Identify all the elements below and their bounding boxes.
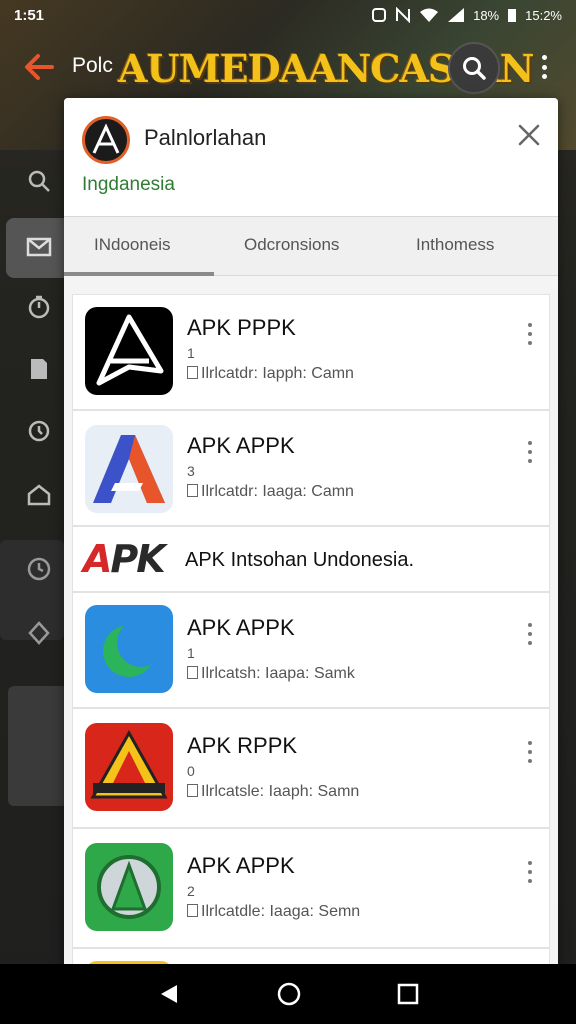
app-subtitle: Ilrlcatsle: Iaaph: Samn bbox=[187, 783, 359, 801]
more-vert-icon[interactable] bbox=[525, 741, 535, 763]
app-bar: Polc AUMEDAANCASIAN bbox=[0, 38, 576, 96]
app-icon-black bbox=[85, 307, 173, 395]
app-number: 3 bbox=[187, 463, 195, 479]
app-title: APK APPK bbox=[187, 853, 295, 878]
app-number: 1 bbox=[187, 645, 195, 661]
more-vert-icon[interactable] bbox=[525, 323, 535, 345]
rail-document-icon bbox=[31, 359, 47, 379]
rail-history-icon bbox=[28, 420, 50, 442]
rail-thumbnail bbox=[8, 686, 68, 806]
app-subtitle: Ilrlcatdr: Iaaga: Camn bbox=[187, 483, 354, 501]
app-title: APK APPK bbox=[187, 615, 295, 640]
app-list: APK PPPK 1 Ilrlcatdr: Iapph: Camn APK AP… bbox=[72, 294, 558, 968]
back-arrow-icon[interactable] bbox=[22, 50, 56, 84]
status-icons: 18% 15:2% bbox=[371, 7, 562, 23]
list-item[interactable]: APK APPK 3 Ilrlcatdr: Iaaga: Camn bbox=[72, 410, 550, 526]
app-number: 0 bbox=[187, 763, 195, 779]
rail-mail-icon bbox=[26, 237, 52, 257]
side-rail bbox=[0, 150, 76, 970]
region-picker-dialog: Palnlorlahan Ingdanesia INdooneis Odcron… bbox=[64, 98, 558, 968]
app-subtitle: Ilrlcatdr: Iapph: Camn bbox=[187, 365, 354, 383]
app-icon-blue-moon bbox=[85, 605, 173, 693]
system-nav-bar bbox=[0, 964, 576, 1024]
search-icon bbox=[463, 57, 486, 80]
nfc-icon bbox=[396, 7, 411, 23]
battery-icon bbox=[508, 9, 517, 22]
close-icon[interactable] bbox=[516, 122, 542, 148]
app-title: APK RPPK bbox=[187, 733, 298, 758]
tab-indoneis[interactable]: INdooneis bbox=[94, 235, 171, 255]
dialog-subtitle: Ingdanesia bbox=[82, 174, 175, 195]
rail-clock-icon bbox=[27, 557, 51, 581]
app-icon-green-circle bbox=[85, 843, 173, 931]
tab-indicator bbox=[64, 272, 214, 276]
status-time: 1:51 bbox=[14, 6, 45, 24]
app-icon-gradient-a bbox=[85, 425, 173, 513]
more-vert-icon[interactable] bbox=[525, 441, 535, 463]
rail-diamond-icon bbox=[28, 621, 50, 645]
tab-odcronsions[interactable]: Odcronsions bbox=[244, 235, 339, 255]
rail-home-icon bbox=[27, 484, 51, 506]
app-number: 1 bbox=[187, 345, 195, 361]
status-bar: 1:51 18% 15:2% bbox=[0, 0, 576, 30]
wifi-icon bbox=[420, 8, 439, 22]
more-vert-icon[interactable] bbox=[532, 52, 556, 82]
app-number: 2 bbox=[187, 883, 195, 899]
list-item[interactable]: APK APPK 1 Ilrlcatsh: Iaapa: Samk bbox=[72, 592, 550, 708]
apk-banner-row[interactable]: APK APK Intsohan Undonesia. bbox=[72, 526, 550, 592]
status-extra: 15:2% bbox=[525, 7, 562, 23]
tab-bar: INdooneis Odcronsions Inthomess bbox=[64, 216, 558, 276]
more-vert-icon[interactable] bbox=[525, 623, 535, 645]
app-subtitle: Ilrlcatsh: Iaapa: Samk bbox=[187, 665, 355, 683]
list-item[interactable]: APK RPPK 0 Ilrlcatsle: Iaaph: Samn bbox=[72, 708, 550, 828]
more-vert-icon[interactable] bbox=[525, 861, 535, 883]
battery-percent: 18% bbox=[473, 7, 500, 23]
rail-timer-icon bbox=[28, 295, 50, 319]
nav-home-icon[interactable] bbox=[276, 981, 302, 1007]
app-partial-title: Polc bbox=[72, 54, 113, 77]
dialog-title: Palnlorlahan bbox=[144, 125, 267, 150]
app-title: APK APPK bbox=[187, 433, 295, 458]
app-title: APK PPPK bbox=[187, 315, 296, 340]
nav-recents-icon[interactable] bbox=[397, 983, 419, 1005]
rail-search-icon bbox=[28, 170, 50, 192]
signal-icon bbox=[448, 8, 465, 22]
alarm-icon bbox=[372, 8, 387, 22]
apk-logo: APK bbox=[83, 537, 166, 581]
list-item[interactable]: APK PPPK 1 Ilrlcatdr: Iapph: Camn bbox=[72, 294, 550, 410]
tab-inthomess[interactable]: Inthomess bbox=[416, 235, 494, 255]
dialog-logo bbox=[82, 116, 130, 164]
logo-a-icon bbox=[92, 123, 120, 154]
app-subtitle: Ilrlcatdle: Iaaga: Semn bbox=[187, 903, 360, 921]
dialog-header: Palnlorlahan Ingdanesia bbox=[64, 98, 558, 216]
search-button[interactable] bbox=[448, 42, 500, 94]
list-item[interactable]: APK APPK 2 Ilrlcatdle: Iaaga: Semn bbox=[72, 828, 550, 948]
app-icon-red-triangle bbox=[85, 723, 173, 811]
nav-back-icon[interactable] bbox=[157, 982, 181, 1006]
banner-text: APK Intsohan Undonesia. bbox=[185, 549, 415, 571]
